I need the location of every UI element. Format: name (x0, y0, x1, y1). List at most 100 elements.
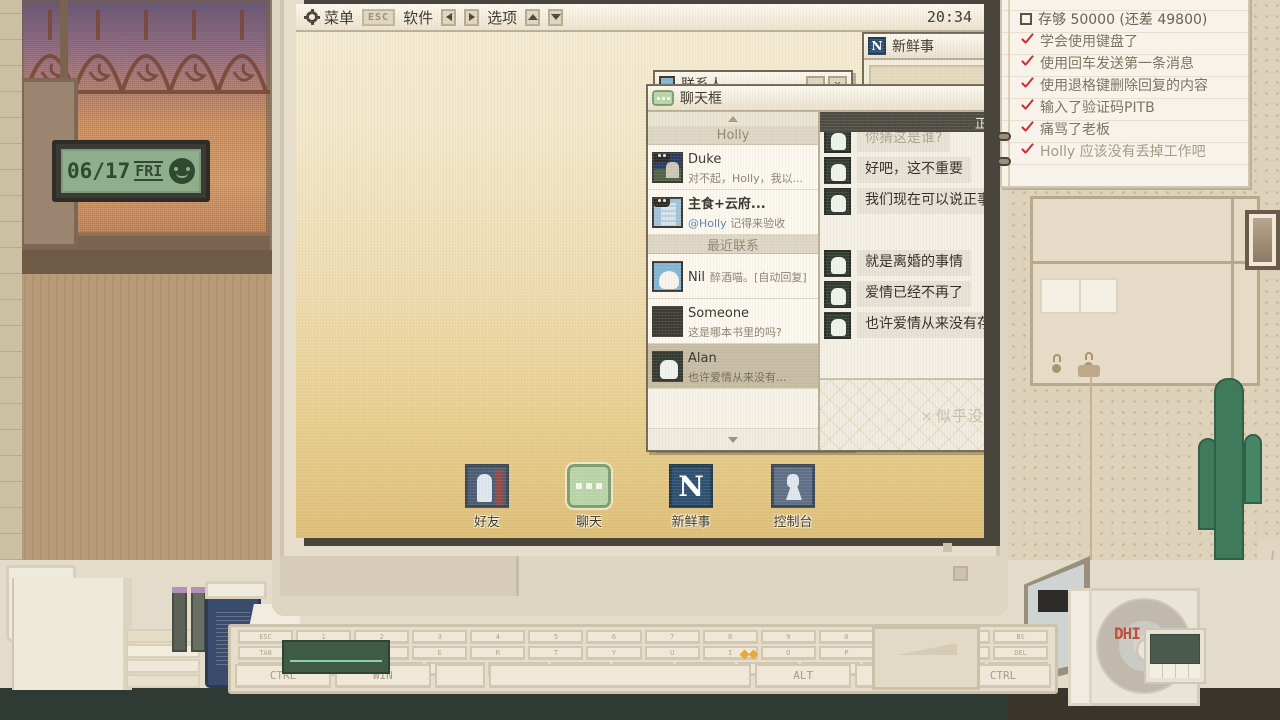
mention-tag: @Holly (688, 217, 727, 231)
typing-status: 正在输入.. (820, 112, 984, 132)
key[interactable]: Y (586, 646, 642, 660)
key[interactable]: T (528, 646, 584, 660)
triangle-down-icon (728, 436, 738, 443)
menu-button[interactable]: 菜单 (304, 7, 354, 28)
message-bubble: 我们现在可以说正事了吧 (857, 188, 984, 214)
key-space[interactable] (488, 664, 752, 688)
key[interactable]: 8 (702, 630, 758, 644)
monitor-chin (280, 556, 1000, 616)
message-input[interactable]: ×似乎没有什么想说的× (820, 378, 984, 450)
todo-item[interactable]: 使用退格键删除回复的内容 (1020, 74, 1240, 96)
gear-icon (304, 9, 320, 25)
checkmark-icon[interactable] (1020, 144, 1034, 158)
contact-preview: 这是哪本书里的吗? (688, 326, 782, 340)
news-titlebar: N 新鲜事 x (864, 34, 984, 60)
contact-preview: 也许爱情从来没有... (688, 371, 787, 385)
message-row: 你猜这是谁? (824, 132, 984, 153)
todo-item[interactable]: 使用回车发送第一条消息 (1020, 52, 1240, 74)
chat-window-title: 聊天框 (680, 91, 722, 107)
news-n-icon: N (669, 464, 713, 508)
todo-item[interactable]: 痛骂了老板 (1020, 118, 1240, 140)
key[interactable]: 7 (644, 630, 700, 644)
key[interactable]: 4 (470, 630, 526, 644)
scroll-down-button[interactable] (548, 8, 564, 26)
desktop-icon-label: 控制台 (773, 515, 813, 530)
desktop-icon-friends[interactable]: 好友 (451, 464, 523, 530)
key[interactable]: O (760, 646, 816, 660)
checkmark-icon[interactable] (1020, 122, 1034, 136)
checkmark-icon[interactable] (1020, 100, 1034, 114)
window-ledge (0, 250, 290, 274)
news-n-icon: N (868, 37, 886, 55)
software-label: 软件 (403, 8, 434, 27)
news-window-title: 新鲜事 (892, 39, 934, 55)
contact-name: Someone (688, 305, 750, 321)
message-row: 好吧，这不重要 (824, 157, 984, 184)
key[interactable]: R (470, 646, 526, 660)
todo-item[interactable]: 存够 50000 (还差 49800) (1020, 8, 1240, 30)
wall-tile-strip (0, 0, 22, 560)
desktop-screen: 菜单 ESC 软件 选项 20:34 联系人 x (296, 4, 984, 538)
chat-window[interactable]: 聊天框 x Holly (646, 84, 984, 452)
keyboard-indicator-icon (739, 649, 767, 665)
message-input-placeholder: ×似乎没有什么想说的× (920, 406, 984, 425)
next-button[interactable] (464, 8, 480, 26)
list-item[interactable]: Someone 这是哪本书里的吗? (648, 299, 818, 344)
list-item[interactable]: Duke 对不起，Holly，我以... (648, 145, 818, 190)
key[interactable]: U (644, 646, 700, 660)
key[interactable]: 6 (586, 630, 642, 644)
chat-bubble-icon (565, 462, 613, 510)
room-scene: 06/17 FRI DHI 菜单 ESC 软件 选项 20:34 N 新鲜事 聊… (0, 0, 1280, 720)
key[interactable]: 0 (818, 630, 874, 644)
unread-badge (654, 198, 670, 207)
trackpad[interactable] (872, 626, 980, 690)
key[interactable]: E (412, 646, 468, 660)
key[interactable]: P (818, 646, 874, 660)
desktop-icon-console[interactable]: 控制台 (757, 464, 829, 530)
todo-item[interactable]: 学会使用键盘了 (1020, 30, 1240, 52)
todo-text: 学会使用键盘了 (1040, 34, 1138, 50)
crt-monitor: 菜单 ESC 软件 选项 20:34 联系人 x (272, 0, 1008, 616)
notebook (14, 578, 132, 690)
desktop-icon-news[interactable]: N 新鲜事 (655, 464, 727, 530)
checkmark-icon[interactable] (1020, 56, 1034, 70)
todo-item[interactable]: Holly 应该没有丢掉工作吧 (1020, 140, 1240, 162)
wall-picture-frame (1245, 210, 1280, 270)
key-fn[interactable] (434, 664, 485, 688)
list-scroll-up-button[interactable] (648, 112, 818, 126)
key[interactable]: 9 (760, 630, 816, 644)
chevron-right-icon (468, 13, 475, 21)
chevron-down-icon (550, 14, 561, 20)
list-item-selected[interactable]: Alan 也许爱情从来没有... (648, 344, 818, 389)
conversation-list-items: Holly Duke 对不起，Holly，我以... 主食+云府... @Hol… (648, 126, 818, 428)
prev-button[interactable] (441, 8, 457, 26)
todo-item[interactable]: 输入了验证码PITB (1020, 96, 1240, 118)
contact-name: 主食+云府... (688, 196, 766, 212)
key[interactable]: 5 (528, 630, 584, 644)
list-item[interactable]: Nil 醉酒喵。[自动回复] (648, 254, 818, 299)
message-row: 也许爱情从来没有存在过 (824, 312, 984, 339)
key[interactable]: BS (993, 630, 1049, 644)
lower-wall (0, 274, 290, 564)
list-scroll-down-button[interactable] (648, 428, 818, 450)
shelf-book (1040, 278, 1118, 314)
checkbox-empty-icon[interactable] (1020, 13, 1032, 25)
keyboard-led-display (282, 640, 390, 674)
contact-preview: 对不起，Holly，我以... (688, 172, 804, 186)
checkmark-icon[interactable] (1020, 34, 1034, 48)
conversation-list[interactable]: Holly Duke 对不起，Holly，我以... 主食+云府... @Hol… (648, 112, 820, 450)
key[interactable]: 3 (412, 630, 468, 644)
message-list[interactable]: 你猜这是谁? 好吧，这不重要 我们现在可以说正事了吧 (820, 132, 984, 378)
todo-note-panel[interactable]: 存够 50000 (还差 49800) 学会使用键盘了 使用回车发送第一条消息 … (997, 0, 1250, 188)
checkmark-icon[interactable] (1020, 78, 1034, 92)
wall-hook-icon (1050, 354, 1064, 373)
key[interactable]: DEL (993, 646, 1049, 660)
lcd-day: FRI (134, 160, 164, 182)
list-item[interactable]: 主食+云府... @Holly 记得来验收 (648, 190, 818, 235)
chat-body: Holly Duke 对不起，Holly，我以... 主食+云府... @Hol… (648, 112, 984, 450)
key-alt[interactable]: ALT (755, 664, 852, 688)
alan-avatar (652, 350, 683, 382)
contact-name: Nil (688, 270, 705, 286)
scroll-up-button[interactable] (525, 8, 541, 26)
desktop-icon-chat[interactable]: 聊天 (553, 462, 625, 530)
